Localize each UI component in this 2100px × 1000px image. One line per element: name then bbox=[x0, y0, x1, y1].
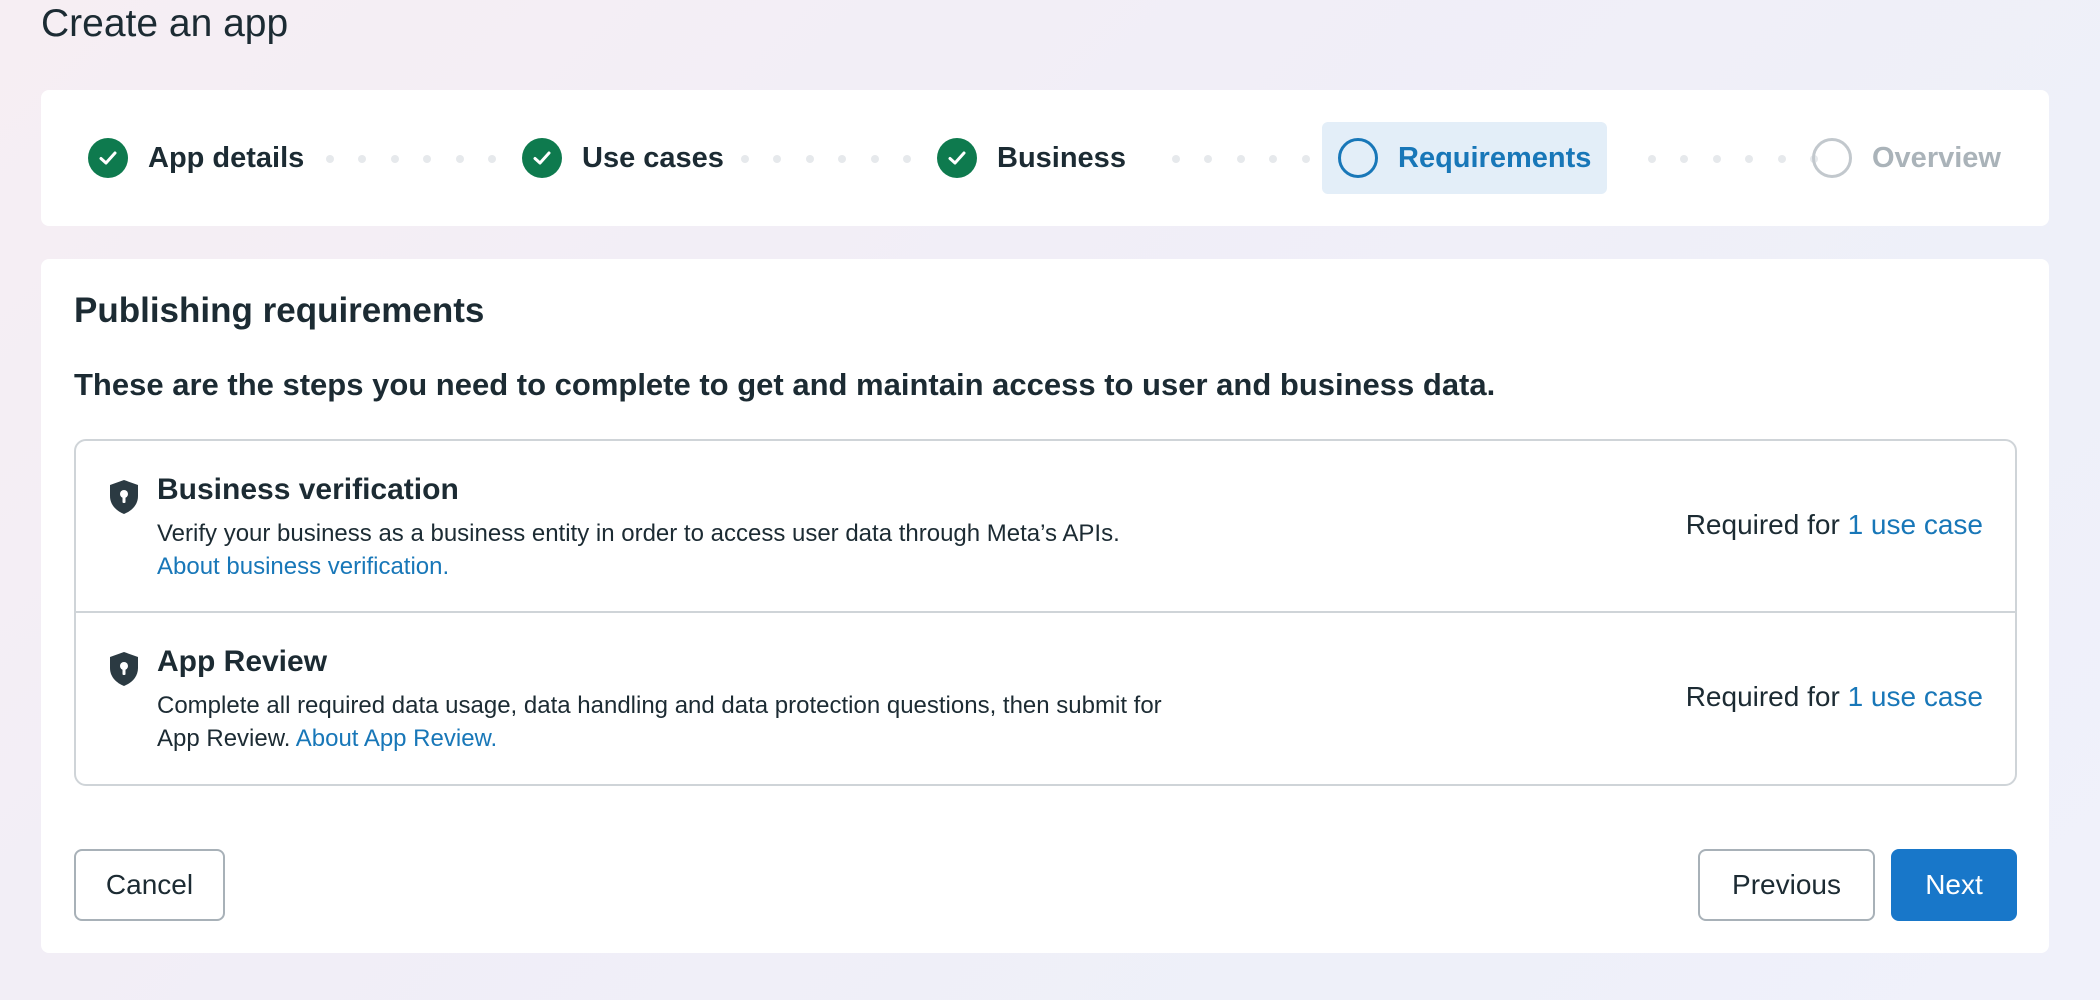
step-use-cases[interactable]: Use cases bbox=[522, 122, 724, 194]
about-app-review-link[interactable]: About App Review. bbox=[296, 725, 497, 752]
step-label: App details bbox=[148, 141, 305, 174]
requirement-description: Complete all required data usage, data h… bbox=[157, 689, 1177, 755]
publishing-requirements-card: Publishing requirements These are the st… bbox=[41, 259, 2049, 953]
required-for: Required for 1 use case bbox=[1686, 509, 1983, 541]
step-label: Requirements bbox=[1398, 141, 1592, 174]
step-label: Overview bbox=[1872, 141, 2001, 174]
use-case-link[interactable]: 1 use case bbox=[1848, 681, 1983, 712]
check-circle-icon bbox=[522, 138, 562, 178]
circle-outline-icon bbox=[1812, 138, 1852, 178]
page-title: Create an app bbox=[41, 2, 289, 45]
shield-lock-icon bbox=[108, 479, 140, 515]
check-circle-icon bbox=[937, 138, 977, 178]
required-for: Required for 1 use case bbox=[1686, 681, 1983, 713]
requirement-business-verification: Business verification Verify your busine… bbox=[76, 441, 2015, 613]
step-label: Business bbox=[997, 141, 1126, 174]
requirements-list: Business verification Verify your busine… bbox=[74, 439, 2017, 786]
step-label: Use cases bbox=[582, 141, 724, 174]
next-button[interactable]: Next bbox=[1891, 849, 2017, 921]
requirement-description-text: Verify your business as a business entit… bbox=[157, 520, 1120, 547]
section-subtitle: These are the steps you need to complete… bbox=[74, 367, 1496, 402]
progress-stepper: App details Use cases Business Requireme… bbox=[41, 90, 2049, 226]
requirement-app-review: App Review Complete all required data us… bbox=[76, 613, 2015, 784]
circle-outline-icon bbox=[1338, 138, 1378, 178]
required-for-prefix: Required for bbox=[1685, 681, 1840, 712]
previous-button[interactable]: Previous bbox=[1698, 849, 1875, 921]
step-overview: Overview bbox=[1812, 122, 2001, 194]
step-connector bbox=[1648, 155, 1818, 163]
required-for-prefix: Required for bbox=[1685, 509, 1840, 540]
section-title: Publishing requirements bbox=[74, 291, 485, 330]
step-business[interactable]: Business bbox=[937, 122, 1126, 194]
cancel-button[interactable]: Cancel bbox=[74, 849, 225, 921]
step-app-details[interactable]: App details bbox=[88, 122, 304, 194]
requirement-title: Business verification bbox=[157, 473, 459, 506]
requirement-description: Verify your business as a business entit… bbox=[157, 517, 1157, 583]
step-requirements[interactable]: Requirements bbox=[1322, 122, 1607, 194]
check-circle-icon bbox=[88, 138, 128, 178]
requirement-title: App Review bbox=[157, 645, 328, 678]
step-connector bbox=[1172, 155, 1342, 163]
use-case-link[interactable]: 1 use case bbox=[1848, 509, 1983, 540]
step-connector bbox=[326, 155, 496, 163]
step-connector bbox=[741, 155, 911, 163]
shield-lock-icon bbox=[108, 651, 140, 687]
about-business-verification-link[interactable]: About business verification. bbox=[157, 553, 449, 580]
